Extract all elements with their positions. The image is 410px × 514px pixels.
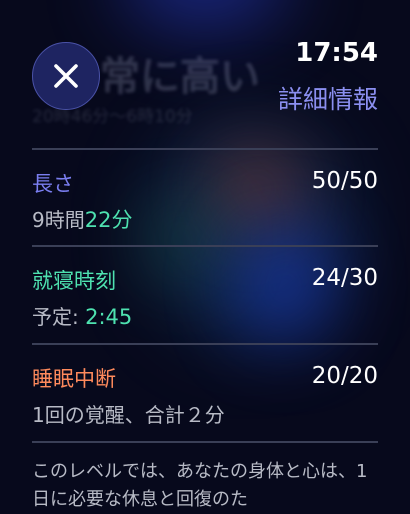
section-duration: 長さ 50/50 9時間22分 [32, 168, 378, 232]
detail-info-link[interactable]: 詳細情報 [278, 80, 378, 116]
section-score: 20/20 [311, 363, 378, 389]
background-title: 常に高い [100, 54, 260, 100]
section-label: 睡眠中断 [32, 367, 116, 391]
clock-time: 17:54 [295, 38, 378, 68]
section-label: 就寝時刻 [32, 269, 116, 293]
section-detail-highlight: 22分 [84, 208, 133, 232]
section-bedtime: 就寝時刻 24/30 予定: 2:45 [32, 265, 378, 329]
section-detail-text: 9時間 [32, 208, 85, 232]
divider [32, 245, 378, 247]
close-icon [54, 64, 78, 88]
section-detail-text: 予定: [32, 305, 86, 329]
section-detail: 1回の覚醒、合計２分 [32, 403, 225, 427]
divider [32, 148, 378, 150]
section-detail: 9時間22分 [32, 204, 132, 234]
background-glow [120, 0, 290, 30]
section-detail-highlight: 2:45 [85, 305, 133, 329]
section-score: 24/30 [311, 265, 378, 291]
close-button[interactable] [32, 42, 100, 110]
divider [32, 343, 378, 345]
section-detail: 予定: 2:45 [32, 301, 132, 330]
section-label: 長さ [32, 172, 74, 196]
description-text: このレベルでは、あなたの身体と心は、1日に必要な休息と回復のた [32, 461, 368, 510]
section-interruptions: 睡眠中断 20/20 1回の覚醒、合計２分 [32, 363, 378, 427]
divider [32, 441, 378, 443]
section-score: 50/50 [311, 168, 378, 194]
